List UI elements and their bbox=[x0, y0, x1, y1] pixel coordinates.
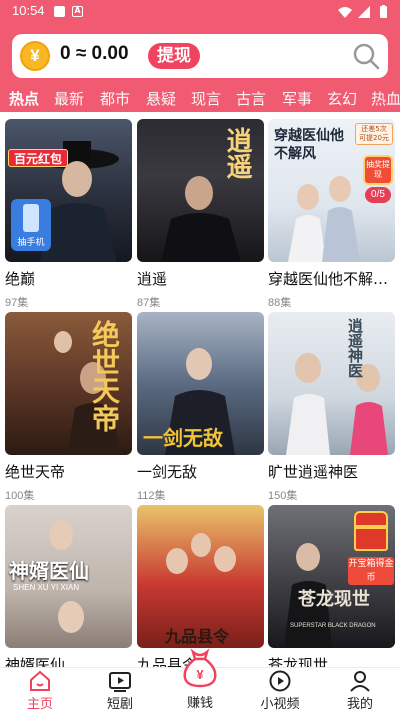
treasure-chest-badge[interactable]: 开宝箱得金币 bbox=[348, 507, 394, 585]
drama-poster[interactable]: 逍遥神医 bbox=[268, 312, 395, 455]
nav-short-drama-label: 短剧 bbox=[106, 697, 133, 712]
battery-icon bbox=[380, 6, 387, 18]
lottery-progress: 0/5 bbox=[365, 187, 391, 203]
drama-title: 旷世逍遥神医 bbox=[268, 463, 359, 481]
header: ¥ 0 ≈ 0.00 提现 bbox=[0, 24, 400, 86]
episode-count: 150集 bbox=[268, 490, 298, 502]
drama-title: 穿越医仙他不解风情 bbox=[268, 270, 395, 288]
notification-a-icon: A bbox=[72, 6, 83, 17]
drama-poster[interactable]: 神婿医仙 SHEN XU YI XIAN bbox=[5, 505, 132, 648]
phone-icon bbox=[23, 204, 39, 232]
withdraw-button[interactable]: 提现 bbox=[148, 43, 200, 69]
coin-icon: ¥ bbox=[20, 41, 50, 71]
poster-title: 九品县令 bbox=[165, 627, 230, 646]
drama-card[interactable]: 九品县令 九品县令 bbox=[137, 505, 264, 667]
play-screen-icon bbox=[109, 672, 131, 692]
drama-card[interactable]: 绝世天帝 绝世天帝 100集 bbox=[5, 312, 132, 502]
episode-count: 97集 bbox=[5, 297, 29, 309]
episode-count: 112集 bbox=[137, 490, 166, 502]
status-bar: 10:54 A bbox=[0, 0, 400, 24]
treasure-chest-label: 开宝箱得金币 bbox=[348, 557, 394, 585]
drama-card[interactable]: 神婿医仙 SHEN XU YI XIAN 神婿医仙 bbox=[5, 505, 132, 667]
lottery-withdraw-badge[interactable]: 抽奖提现 bbox=[363, 155, 393, 185]
tab-fantasy[interactable]: 玄幻 bbox=[327, 88, 357, 109]
nav-short-video[interactable]: 小视频 bbox=[250, 668, 310, 713]
drama-title: 绝巅 bbox=[5, 270, 36, 288]
status-time: 10:54 bbox=[12, 3, 45, 18]
nav-profile[interactable]: 我的 bbox=[330, 668, 390, 713]
drama-card[interactable]: 逍遥 逍遥 87集 bbox=[137, 119, 264, 309]
tab-military[interactable]: 军事 bbox=[282, 88, 312, 109]
drama-poster[interactable]: 逍遥 bbox=[137, 119, 264, 262]
tab-suspense[interactable]: 悬疑 bbox=[146, 88, 176, 109]
svg-text:¥: ¥ bbox=[196, 667, 204, 682]
search-icon[interactable] bbox=[352, 42, 380, 70]
drama-card[interactable]: 苍龙现世 SUPERSTAR BLACK DRAGON 开宝箱得金币 苍龙现世 bbox=[268, 505, 395, 667]
wifi-icon bbox=[338, 7, 352, 18]
drama-title: 逍遥 bbox=[137, 270, 168, 288]
drama-grid: 百元红包 抽手机 绝巅 97集 逍遥 逍遥 87集 穿越医仙他不解风 还差5次 … bbox=[0, 112, 400, 667]
drama-poster[interactable]: 穿越医仙他不解风 还差5次 可提20元 抽奖提现 0/5 bbox=[268, 119, 395, 262]
episode-count: 100集 bbox=[5, 490, 35, 502]
nav-home-label: 主页 bbox=[26, 697, 53, 712]
poster-title: 绝世天帝 bbox=[88, 320, 121, 432]
search-bar[interactable]: ¥ 0 ≈ 0.00 提现 bbox=[12, 34, 388, 78]
drama-title: 绝世天帝 bbox=[5, 463, 66, 481]
status-icons bbox=[338, 5, 387, 18]
tab-hot-blood[interactable]: 热血 bbox=[371, 88, 400, 109]
tip-line-1: 还差5次 bbox=[361, 125, 387, 133]
nav-earn-label: 赚钱 bbox=[186, 696, 213, 711]
poster-subtitle: SHEN XU YI XIAN bbox=[13, 583, 80, 592]
tab-latest[interactable]: 最新 bbox=[54, 88, 84, 109]
tip-line-2: 可提20元 bbox=[359, 134, 389, 142]
nav-profile-label: 我的 bbox=[346, 697, 373, 712]
drama-card[interactable]: 百元红包 抽手机 绝巅 97集 bbox=[5, 119, 132, 309]
signal-icon bbox=[358, 6, 370, 18]
drama-poster[interactable]: 一剑无敌 bbox=[137, 312, 264, 455]
poster-title: 一剑无敌 bbox=[143, 426, 223, 450]
category-tabs: 热点 最新 都市 悬疑 现言 古言 军事 玄幻 热血 bbox=[0, 86, 400, 112]
drama-card[interactable]: 一剑无敌 一剑无敌 112集 bbox=[137, 312, 264, 502]
episode-count: 87集 bbox=[137, 297, 161, 309]
play-circle-icon bbox=[269, 670, 291, 692]
drama-title: 神婿医仙 bbox=[5, 656, 66, 667]
drama-poster[interactable]: 百元红包 抽手机 bbox=[5, 119, 132, 262]
drama-card[interactable]: 逍遥神医 旷世逍遥神医 150集 bbox=[268, 312, 395, 502]
phone-prize-label: 抽手机 bbox=[17, 238, 45, 248]
nav-home[interactable]: 主页 bbox=[10, 668, 70, 713]
tab-urban[interactable]: 都市 bbox=[100, 88, 130, 109]
withdraw-tip-badge: 还差5次 可提20元 bbox=[355, 123, 393, 145]
poster-title: 逍遥神医 bbox=[346, 318, 364, 378]
user-icon bbox=[350, 671, 370, 692]
red-packet-badge[interactable]: 百元红包 bbox=[8, 149, 69, 167]
drama-poster[interactable]: 绝世天帝 bbox=[5, 312, 132, 455]
drama-poster[interactable]: 九品县令 bbox=[137, 505, 264, 648]
drama-poster[interactable]: 苍龙现世 SUPERSTAR BLACK DRAGON 开宝箱得金币 bbox=[268, 505, 395, 648]
money-bag-icon: ¥ bbox=[183, 648, 217, 688]
drama-title: 一剑无敌 bbox=[137, 463, 198, 481]
episode-count: 88集 bbox=[268, 297, 292, 309]
notification-icon bbox=[54, 6, 65, 17]
tab-hot[interactable]: 热点 bbox=[9, 88, 39, 109]
drama-title: 苍龙现世 bbox=[268, 656, 329, 667]
nav-earn[interactable]: ¥ 赚钱 bbox=[170, 646, 230, 713]
treasure-chest-icon bbox=[354, 511, 388, 551]
poster-title: 神婿医仙 bbox=[9, 559, 89, 583]
nav-short-drama[interactable]: 短剧 bbox=[90, 668, 150, 713]
home-icon bbox=[30, 670, 50, 691]
coin-balance: 0 ≈ 0.00 bbox=[60, 43, 129, 64]
poster-subtitle: SUPERSTAR BLACK DRAGON bbox=[290, 623, 376, 629]
tab-modern-romance[interactable]: 现言 bbox=[191, 88, 221, 109]
tab-ancient-romance[interactable]: 古言 bbox=[236, 88, 266, 109]
nav-short-video-label: 小视频 bbox=[260, 697, 300, 712]
phone-prize-badge[interactable]: 抽手机 bbox=[11, 199, 51, 251]
poster-title: 逍遥 bbox=[222, 127, 252, 179]
drama-card[interactable]: 穿越医仙他不解风 还差5次 可提20元 抽奖提现 0/5 穿越医仙他不解风情 8… bbox=[268, 119, 395, 309]
